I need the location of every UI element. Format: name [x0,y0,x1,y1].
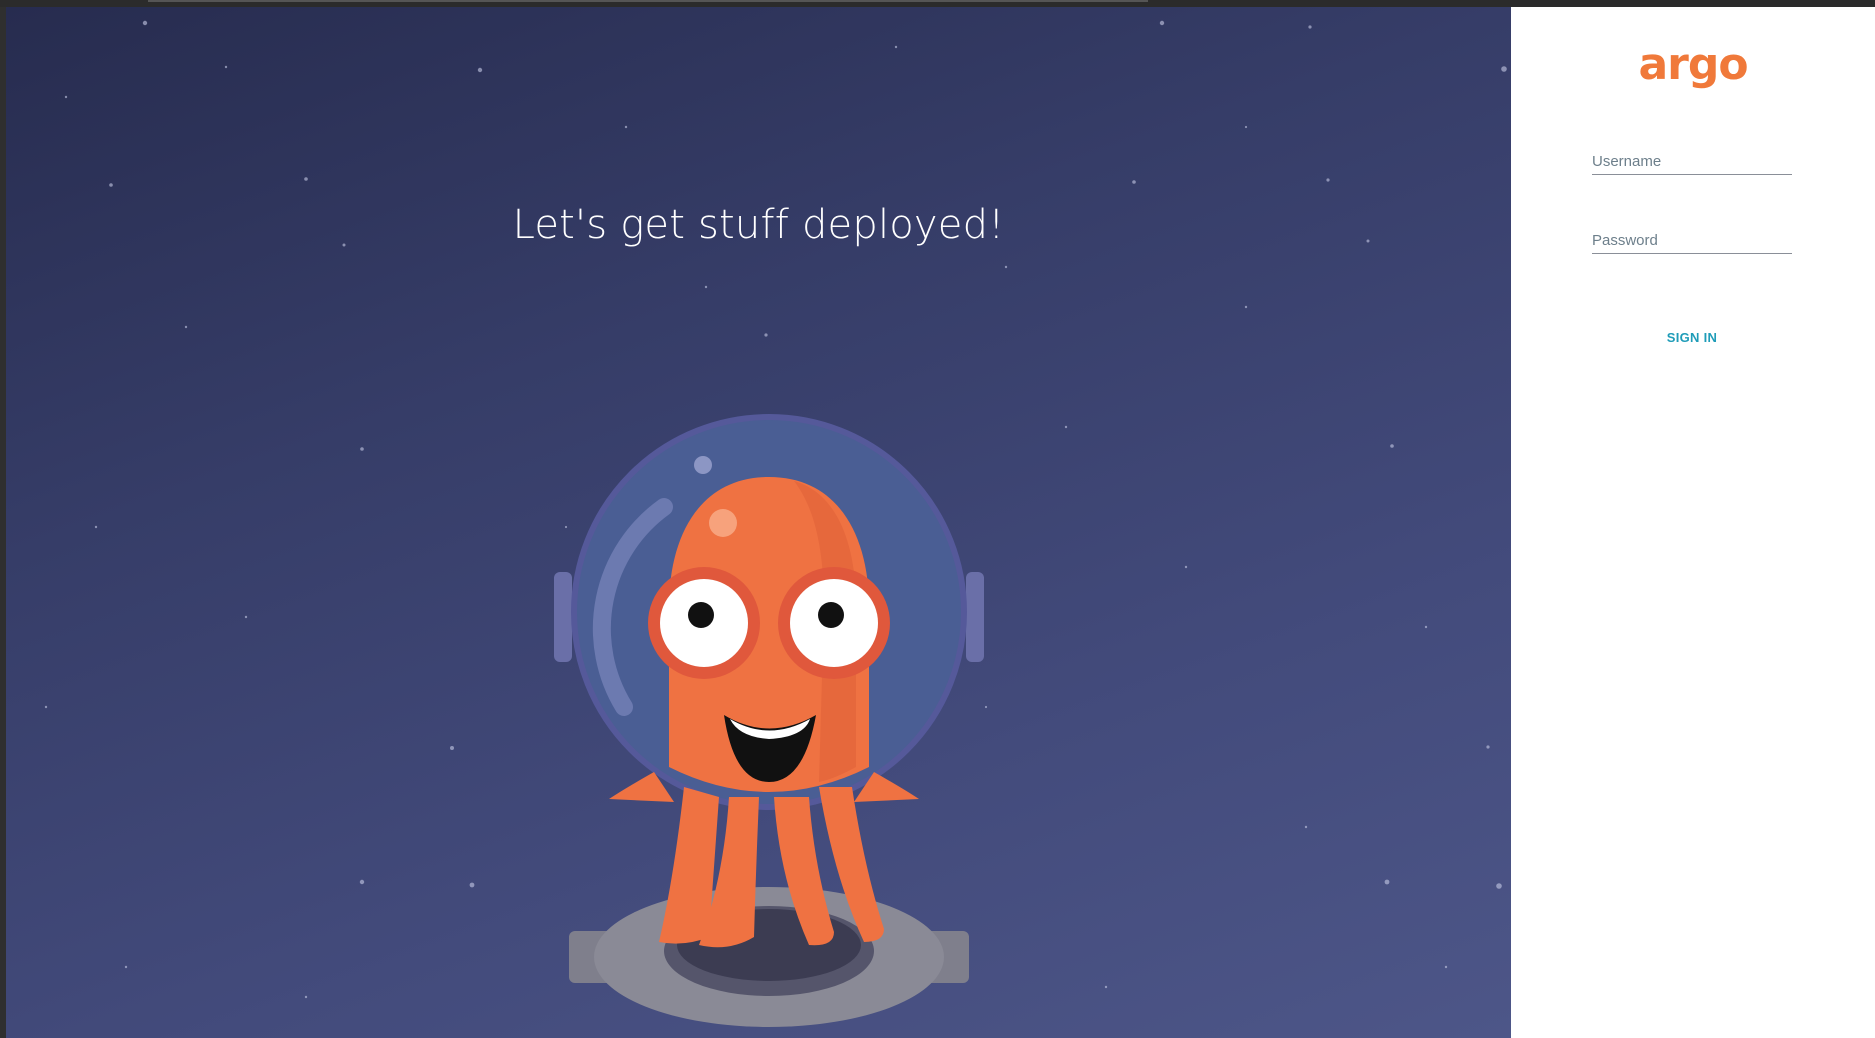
username-field[interactable] [1592,142,1792,175]
browser-frame: Let's get stuff deployed! argo Username … [0,0,1875,1038]
password-input[interactable] [1592,232,1792,249]
hero-background: Let's get stuff deployed! [6,7,1511,1038]
username-input[interactable] [1592,153,1792,170]
gear-icon [569,887,969,1027]
password-field[interactable] [1592,221,1792,254]
login-panel: argo SIGN IN [1511,7,1875,1038]
sign-in-button[interactable]: SIGN IN [1592,320,1792,354]
window-top-bar [0,0,1875,7]
argo-logo: argo [1638,39,1748,90]
window-top-line [148,0,1148,2]
argo-octopus-astronaut-icon [554,414,984,1027]
hero-headline: Let's get stuff deployed! [512,202,1005,248]
